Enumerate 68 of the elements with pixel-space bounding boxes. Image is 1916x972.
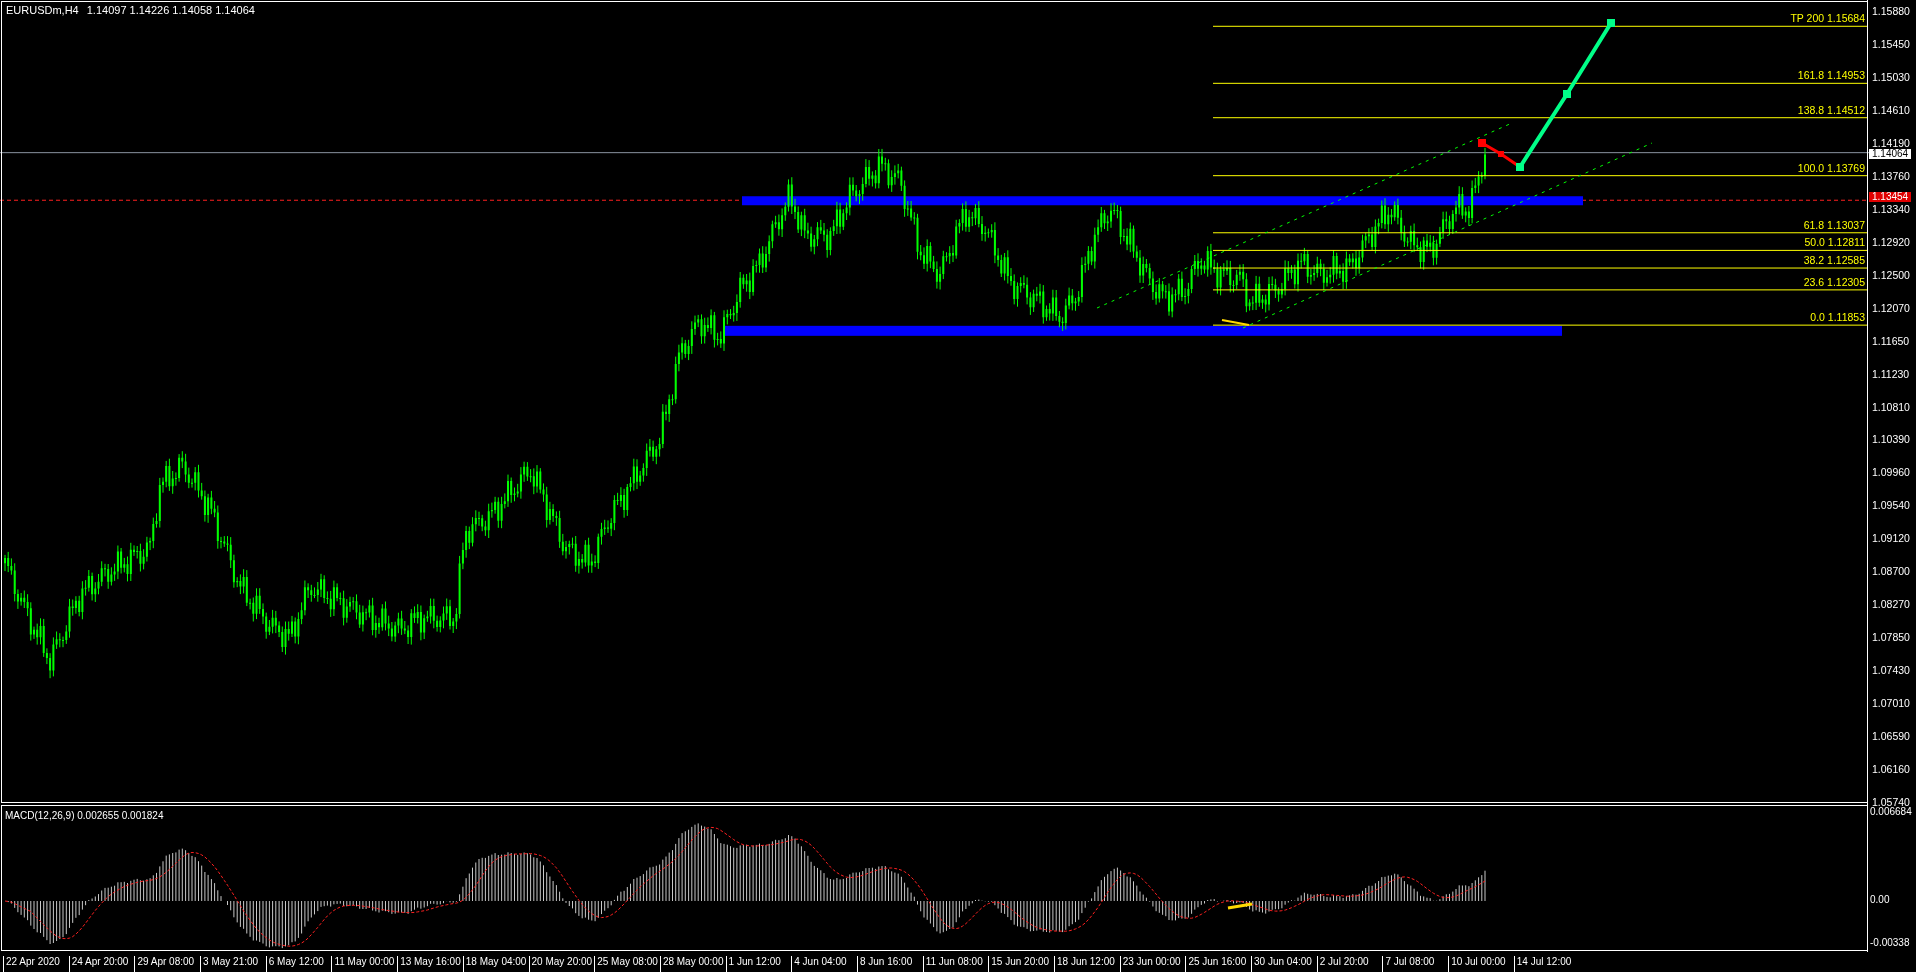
current-price-tag: 1.14064 <box>1869 148 1912 159</box>
price-axis-label: 1.10810 <box>1872 401 1910 413</box>
price-axis-label: 1.06590 <box>1872 731 1910 743</box>
price-axis-label: 1.09540 <box>1872 500 1910 512</box>
time-axis-label: 24 Apr 20:00 <box>68 956 135 972</box>
ohlc-values: 1.14097 1.14226 1.14058 1.14064 <box>86 4 255 16</box>
price-axis-label: 1.13760 <box>1872 170 1910 182</box>
price-axis-label: 1.15030 <box>1872 71 1910 83</box>
time-axis-label: 22 Apr 2020 <box>3 956 69 972</box>
fibonacci-level-label: 23.6 1.12305 <box>1803 275 1865 288</box>
time-axis-label: 4 Jun 04:00 <box>791 956 857 972</box>
time-axis-label: 6 May 12:00 <box>265 956 332 972</box>
time-axis-label: 18 Jun 12:00 <box>1054 956 1120 972</box>
price-axis-label: 1.09120 <box>1872 533 1910 545</box>
time-axis-label: 23 Jun 00:00 <box>1119 956 1186 972</box>
macd-axis-label: -0.00338 <box>1870 937 1910 948</box>
price-axis-label: 1.08700 <box>1872 566 1910 578</box>
line-price-tag: 1.13454 <box>1869 192 1912 203</box>
fibonacci-level-label: 161.8 1.14953 <box>1797 69 1865 82</box>
price-axis-label: 1.14610 <box>1872 104 1910 116</box>
price-axis-label: 1.08270 <box>1872 599 1910 611</box>
symbol-label: EURUSDm,H4 <box>6 4 79 16</box>
time-axis-label: 3 May 21:00 <box>200 956 266 972</box>
price-axis-label: 1.07430 <box>1872 665 1910 677</box>
fibonacci-level-label: 138.8 1.14512 <box>1797 103 1865 116</box>
time-axis-label: 29 Apr 08:00 <box>134 956 201 972</box>
time-axis-label: 20 May 20:00 <box>528 956 595 972</box>
price-axis-label: 1.11650 <box>1872 335 1910 347</box>
price-axis-label: 1.09960 <box>1872 467 1910 479</box>
time-axis-label: 18 May 04:00 <box>462 956 529 972</box>
price-axis-label: 1.12070 <box>1872 302 1910 314</box>
time-axis-label: 2 Jul 20:00 <box>1316 956 1383 972</box>
time-axis-label: 11 May 00:00 <box>331 956 398 972</box>
fibonacci-level-label: 0.0 1.11853 <box>1810 311 1865 324</box>
price-axis-label: 1.15880 <box>1872 6 1910 17</box>
fibonacci-level-label: 100.0 1.13769 <box>1797 161 1865 174</box>
time-axis-label: 15 Jun 20:00 <box>988 956 1054 972</box>
time-axis-label: 11 Jun 08:00 <box>922 956 989 972</box>
macd-indicator-label: MACD(12,26,9) 0.002655 0.001824 <box>5 810 164 821</box>
price-axis-label: 1.05740 <box>1872 797 1910 808</box>
price-axis-label: 1.10390 <box>1872 434 1910 446</box>
time-axis-label: 28 May 00:00 <box>659 956 726 972</box>
time-axis-label: 30 Jun 04:00 <box>1251 956 1317 972</box>
price-axis-label: 1.07010 <box>1872 698 1910 710</box>
time-axis-label: 8 Jun 16:00 <box>856 956 923 972</box>
trend-segment-line <box>1227 902 1253 910</box>
time-axis-label: 7 Jul 08:00 <box>1382 956 1449 972</box>
fibonacci-level-label: 50.0 1.12811 <box>1804 236 1865 249</box>
fibonacci-level-label: TP 200 1.15684 <box>1790 12 1865 25</box>
price-axis-label: 1.12920 <box>1872 236 1910 248</box>
time-axis-label: 14 Jul 12:00 <box>1513 956 1580 972</box>
price-axis-label: 1.15450 <box>1872 38 1910 50</box>
price-axis-label: 1.06160 <box>1872 764 1910 776</box>
price-axis-label: 1.12500 <box>1872 269 1910 281</box>
time-axis-label: 25 Jun 16:00 <box>1185 956 1252 972</box>
time-axis-label: 10 Jul 00:00 <box>1448 956 1514 972</box>
price-axis-label: 1.07850 <box>1872 632 1910 644</box>
fibonacci-level-label: 61.8 1.13037 <box>1803 218 1865 231</box>
time-axis-label: 25 May 08:00 <box>594 956 660 972</box>
trend-segment-line <box>1221 319 1250 326</box>
time-axis-label: 13 May 16:00 <box>397 956 463 972</box>
price-axis-label: 1.13340 <box>1872 203 1910 215</box>
time-axis-label: 1 Jun 12:00 <box>725 956 792 972</box>
macd-axis-label: 0.006684 <box>1870 806 1912 817</box>
fibonacci-level-label: 38.2 1.12585 <box>1803 254 1865 267</box>
price-axis-label: 1.11230 <box>1872 368 1910 380</box>
price-axis-label: 1.14190 <box>1872 137 1910 149</box>
macd-axis-label: 0.00 <box>1870 894 1890 905</box>
